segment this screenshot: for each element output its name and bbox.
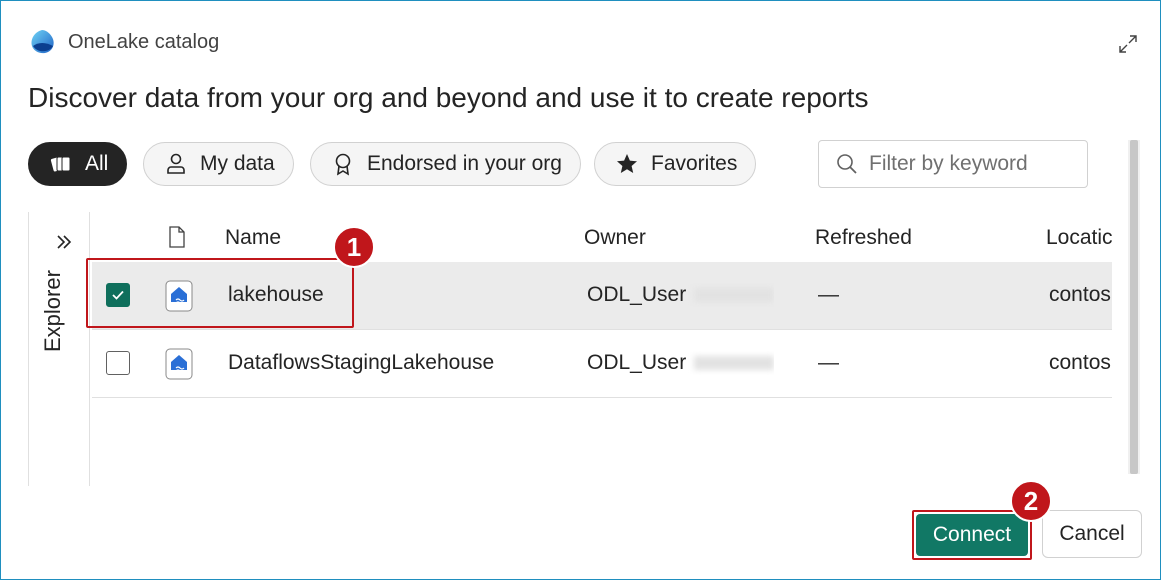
owner-name: ODL_User [587, 283, 687, 306]
page-headline: Discover data from your org and beyond a… [28, 82, 869, 113]
column-header-owner[interactable]: Owner [584, 226, 646, 250]
owner-name: ODL_User [587, 351, 687, 374]
annotation-highlight-lakehouse [86, 258, 354, 328]
row-location: contos [1049, 351, 1111, 374]
row-refreshed: — [818, 351, 839, 374]
person-icon [167, 153, 185, 174]
column-header-name[interactable]: Name [225, 226, 281, 250]
app-title: OneLake catalog [68, 30, 220, 53]
filter-endorsed-button[interactable]: Endorsed in your org [310, 142, 581, 186]
explorer-label[interactable]: Explorer [40, 270, 66, 352]
search-box[interactable] [818, 140, 1088, 188]
owner-redacted [694, 288, 775, 303]
column-header-refreshed[interactable]: Refreshed [815, 226, 912, 250]
row-owner: ODL_User [587, 283, 775, 307]
annotation-badge-1: 1 [333, 226, 375, 268]
lakehouse-icon [165, 348, 193, 380]
table-row[interactable]: DataflowsStagingLakehouse ODL_User — con… [92, 330, 1112, 398]
filter-favorites-button[interactable]: Favorites [594, 142, 757, 186]
stack-icon [50, 156, 71, 172]
expand-explorer-icon[interactable] [54, 232, 74, 252]
owner-redacted [694, 356, 775, 371]
filter-favorites-label: Favorites [651, 152, 738, 175]
dialog-header: OneLake catalog [28, 26, 219, 58]
scrollbar-thumb[interactable] [1130, 140, 1138, 474]
file-type-icon [169, 226, 185, 248]
search-icon [837, 154, 857, 174]
filter-all-button[interactable]: All [28, 142, 128, 186]
row-checkbox[interactable] [106, 351, 130, 375]
row-owner: ODL_User [587, 351, 775, 375]
filter-all-label: All [85, 152, 109, 175]
row-name: DataflowsStagingLakehouse [228, 351, 495, 374]
star-icon [617, 154, 637, 173]
cancel-button[interactable]: Cancel [1042, 510, 1142, 558]
connect-button[interactable]: Connect [916, 514, 1028, 556]
filter-endorsed-label: Endorsed in your org [367, 152, 562, 175]
row-location: contos [1049, 283, 1111, 306]
column-header-location[interactable]: Locatic [1046, 226, 1112, 250]
annotation-badge-2: 2 [1010, 480, 1052, 522]
ribbon-icon [335, 153, 351, 176]
search-input[interactable] [869, 152, 1079, 176]
expand-icon[interactable] [1118, 34, 1138, 54]
filter-my-data-button[interactable]: My data [143, 142, 294, 186]
filter-my-data-label: My data [200, 152, 275, 175]
row-refreshed: — [818, 283, 839, 306]
onelake-logo-icon [31, 30, 54, 54]
table-header: Name Owner Refreshed Locatic [92, 212, 1112, 262]
